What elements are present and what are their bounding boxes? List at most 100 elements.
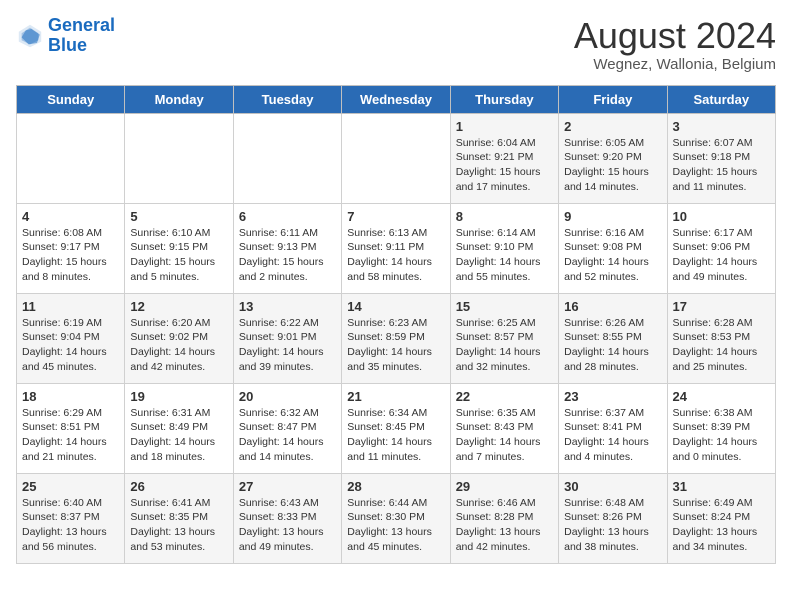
day-number: 6	[239, 209, 336, 224]
day-info: Sunrise: 6:49 AMSunset: 8:24 PMDaylight:…	[673, 496, 770, 555]
calendar-cell: 4 Sunrise: 6:08 AMSunset: 9:17 PMDaylight…	[17, 203, 125, 293]
calendar-cell: 9 Sunrise: 6:16 AMSunset: 9:08 PMDaylight…	[559, 203, 667, 293]
day-number: 11	[22, 299, 119, 314]
day-number: 19	[130, 389, 227, 404]
day-header-saturday: Saturday	[667, 85, 775, 113]
day-number: 1	[456, 119, 553, 134]
day-info: Sunrise: 6:16 AMSunset: 9:08 PMDaylight:…	[564, 226, 661, 285]
calendar-cell: 27Sunrise: 6:43 AMSunset: 8:33 PMDayligh…	[233, 473, 341, 563]
day-info: Sunrise: 6:04 AMSunset: 9:21 PMDaylight:…	[456, 136, 553, 195]
day-number: 31	[673, 479, 770, 494]
day-info: Sunrise: 6:26 AMSunset: 8:55 PMDaylight:…	[564, 316, 661, 375]
week-row-3: 11 Sunrise: 6:19 AMSunset: 9:04 PMDayligh…	[17, 293, 776, 383]
calendar-cell: 10 Sunrise: 6:17 AMSunset: 9:06 PMDayligh…	[667, 203, 775, 293]
logo-line2: Blue	[48, 35, 87, 55]
day-info: Sunrise: 6:11 AMSunset: 9:13 PMDaylight:…	[239, 226, 336, 285]
calendar-cell: 15Sunrise: 6:25 AMSunset: 8:57 PMDayligh…	[450, 293, 558, 383]
day-header-wednesday: Wednesday	[342, 85, 450, 113]
week-row-4: 18 Sunrise: 6:29 AMSunset: 8:51 PMDayligh…	[17, 383, 776, 473]
calendar-cell: 12 Sunrise: 6:20 AMSunset: 9:02 PMDayligh…	[125, 293, 233, 383]
day-number: 5	[130, 209, 227, 224]
logo-icon	[16, 22, 44, 50]
day-info: Sunrise: 6:38 AMSunset: 8:39 PMDaylight:…	[673, 406, 770, 465]
day-number: 30	[564, 479, 661, 494]
location: Wegnez, Wallonia, Belgium	[574, 56, 776, 73]
calendar-cell: 20 Sunrise: 6:32 AMSunset: 8:47 PMDayligh…	[233, 383, 341, 473]
day-info: Sunrise: 6:29 AMSunset: 8:51 PMDaylight:…	[22, 406, 119, 465]
day-info: Sunrise: 6:46 AMSunset: 8:28 PMDaylight:…	[456, 496, 553, 555]
day-number: 9	[564, 209, 661, 224]
days-header-row: SundayMondayTuesdayWednesdayThursdayFrid…	[17, 85, 776, 113]
day-info: Sunrise: 6:10 AMSunset: 9:15 PMDaylight:…	[130, 226, 227, 285]
day-info: Sunrise: 6:40 AMSunset: 8:37 PMDaylight:…	[22, 496, 119, 555]
calendar-cell: 22Sunrise: 6:35 AMSunset: 8:43 PMDayligh…	[450, 383, 558, 473]
day-info: Sunrise: 6:28 AMSunset: 8:53 PMDaylight:…	[673, 316, 770, 375]
calendar-cell: 30 Sunrise: 6:48 AMSunset: 8:26 PMDayligh…	[559, 473, 667, 563]
day-number: 15	[456, 299, 553, 314]
day-header-thursday: Thursday	[450, 85, 558, 113]
day-info: Sunrise: 6:05 AMSunset: 9:20 PMDaylight:…	[564, 136, 661, 195]
day-header-tuesday: Tuesday	[233, 85, 341, 113]
day-number: 22	[456, 389, 553, 404]
calendar-cell: 21Sunrise: 6:34 AMSunset: 8:45 PMDayligh…	[342, 383, 450, 473]
day-number: 27	[239, 479, 336, 494]
logo-text: General Blue	[48, 16, 115, 56]
month-title: August 2024	[574, 16, 776, 56]
calendar-cell: 2 Sunrise: 6:05 AMSunset: 9:20 PMDaylight…	[559, 113, 667, 203]
day-number: 2	[564, 119, 661, 134]
calendar-cell: 8Sunrise: 6:14 AMSunset: 9:10 PMDaylight…	[450, 203, 558, 293]
day-info: Sunrise: 6:48 AMSunset: 8:26 PMDaylight:…	[564, 496, 661, 555]
day-number: 10	[673, 209, 770, 224]
day-info: Sunrise: 6:19 AMSunset: 9:04 PMDaylight:…	[22, 316, 119, 375]
calendar-cell: 3 Sunrise: 6:07 AMSunset: 9:18 PMDaylight…	[667, 113, 775, 203]
calendar-cell: 23 Sunrise: 6:37 AMSunset: 8:41 PMDayligh…	[559, 383, 667, 473]
calendar-cell: 24 Sunrise: 6:38 AMSunset: 8:39 PMDayligh…	[667, 383, 775, 473]
day-number: 14	[347, 299, 444, 314]
calendar-cell: 25Sunrise: 6:40 AMSunset: 8:37 PMDayligh…	[17, 473, 125, 563]
calendar-cell: 26 Sunrise: 6:41 AMSunset: 8:35 PMDayligh…	[125, 473, 233, 563]
day-number: 13	[239, 299, 336, 314]
week-row-5: 25Sunrise: 6:40 AMSunset: 8:37 PMDayligh…	[17, 473, 776, 563]
day-info: Sunrise: 6:08 AMSunset: 9:17 PMDaylight:…	[22, 226, 119, 285]
day-number: 23	[564, 389, 661, 404]
logo: General Blue	[16, 16, 115, 56]
calendar-cell: 18 Sunrise: 6:29 AMSunset: 8:51 PMDayligh…	[17, 383, 125, 473]
day-info: Sunrise: 6:13 AMSunset: 9:11 PMDaylight:…	[347, 226, 444, 285]
day-number: 3	[673, 119, 770, 134]
calendar-cell	[233, 113, 341, 203]
day-number: 17	[673, 299, 770, 314]
day-info: Sunrise: 6:22 AMSunset: 9:01 PMDaylight:…	[239, 316, 336, 375]
week-row-2: 4 Sunrise: 6:08 AMSunset: 9:17 PMDaylight…	[17, 203, 776, 293]
day-info: Sunrise: 6:37 AMSunset: 8:41 PMDaylight:…	[564, 406, 661, 465]
day-number: 12	[130, 299, 227, 314]
day-number: 16	[564, 299, 661, 314]
day-header-friday: Friday	[559, 85, 667, 113]
day-number: 4	[22, 209, 119, 224]
day-number: 7	[347, 209, 444, 224]
calendar-cell: 19Sunrise: 6:31 AMSunset: 8:49 PMDayligh…	[125, 383, 233, 473]
calendar-cell: 14 Sunrise: 6:23 AMSunset: 8:59 PMDayligh…	[342, 293, 450, 383]
day-info: Sunrise: 6:20 AMSunset: 9:02 PMDaylight:…	[130, 316, 227, 375]
day-number: 26	[130, 479, 227, 494]
calendar-cell: 28Sunrise: 6:44 AMSunset: 8:30 PMDayligh…	[342, 473, 450, 563]
day-info: Sunrise: 6:14 AMSunset: 9:10 PMDaylight:…	[456, 226, 553, 285]
day-number: 24	[673, 389, 770, 404]
day-info: Sunrise: 6:17 AMSunset: 9:06 PMDaylight:…	[673, 226, 770, 285]
day-info: Sunrise: 6:23 AMSunset: 8:59 PMDaylight:…	[347, 316, 444, 375]
logo-line1: General	[48, 15, 115, 35]
page-header: General Blue August 2024 Wegnez, Walloni…	[16, 16, 776, 73]
calendar-cell: 29Sunrise: 6:46 AMSunset: 8:28 PMDayligh…	[450, 473, 558, 563]
day-header-monday: Monday	[125, 85, 233, 113]
day-number: 18	[22, 389, 119, 404]
calendar-cell	[17, 113, 125, 203]
calendar-cell: 6 Sunrise: 6:11 AMSunset: 9:13 PMDaylight…	[233, 203, 341, 293]
calendar-table: SundayMondayTuesdayWednesdayThursdayFrid…	[16, 85, 776, 564]
day-number: 20	[239, 389, 336, 404]
day-info: Sunrise: 6:32 AMSunset: 8:47 PMDaylight:…	[239, 406, 336, 465]
day-info: Sunrise: 6:41 AMSunset: 8:35 PMDaylight:…	[130, 496, 227, 555]
calendar-cell: 11 Sunrise: 6:19 AMSunset: 9:04 PMDayligh…	[17, 293, 125, 383]
day-info: Sunrise: 6:34 AMSunset: 8:45 PMDaylight:…	[347, 406, 444, 465]
title-block: August 2024 Wegnez, Wallonia, Belgium	[574, 16, 776, 73]
calendar-cell	[125, 113, 233, 203]
day-info: Sunrise: 6:07 AMSunset: 9:18 PMDaylight:…	[673, 136, 770, 195]
